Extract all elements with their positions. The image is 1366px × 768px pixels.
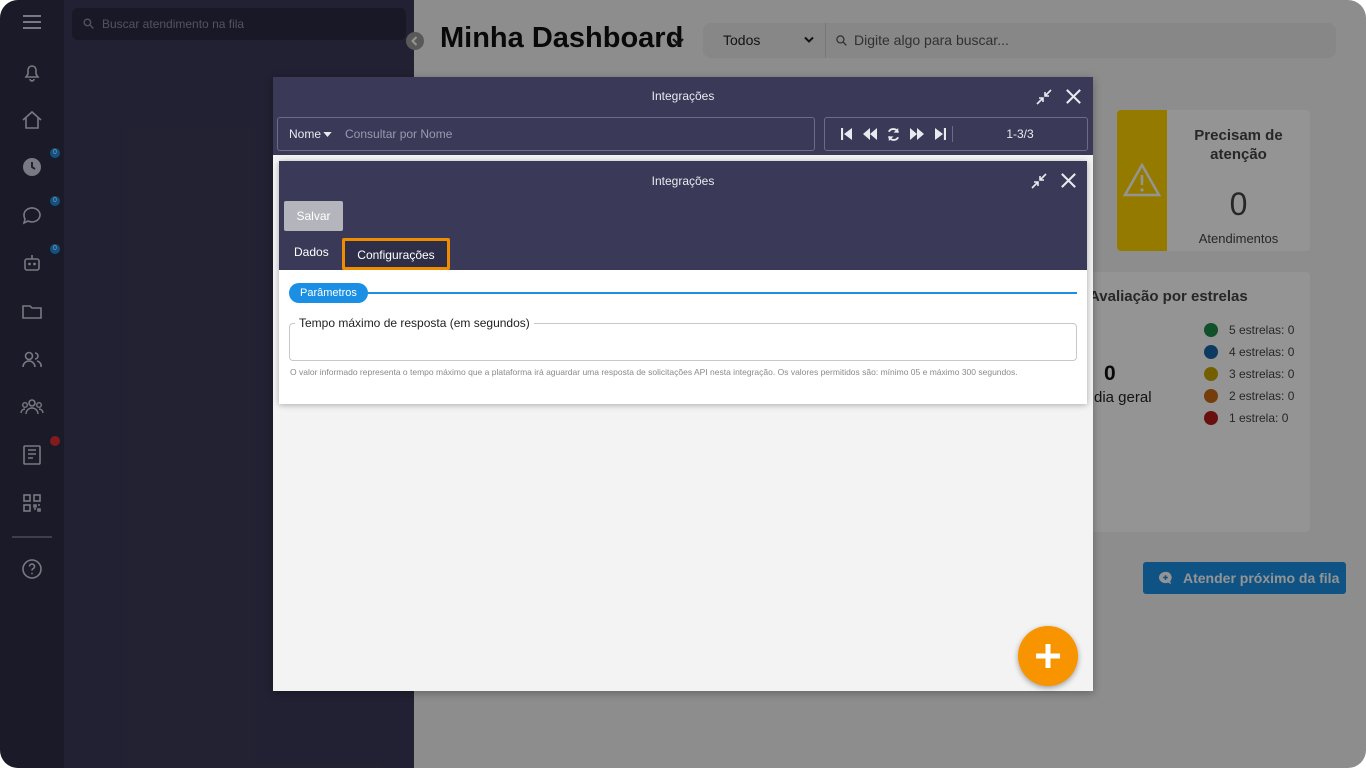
editor-content: Parâmetros Tempo máximo de resposta (em … xyxy=(279,270,1087,404)
caret-down-icon xyxy=(323,132,332,137)
refresh-icon[interactable] xyxy=(886,127,901,142)
editor-header: Integrações Salvar Dados Configurações xyxy=(279,161,1087,270)
minimize-icon[interactable] xyxy=(1034,87,1054,107)
name-search-input[interactable]: Consultar por Nome xyxy=(345,118,452,150)
next-page-icon[interactable] xyxy=(909,127,925,141)
window-header: Integrações Nome Consultar por Nome 1-3/… xyxy=(273,77,1093,155)
close-icon[interactable] xyxy=(1059,171,1078,190)
editor-title: Integrações xyxy=(651,174,715,188)
plus-icon xyxy=(1036,644,1060,668)
pagination-bar: 1-3/3 xyxy=(824,117,1088,151)
previous-page-icon[interactable] xyxy=(862,127,878,141)
response-timeout-label: Tempo máximo de resposta (em segundos) xyxy=(295,316,534,330)
section-label: Parâmetros xyxy=(289,283,368,303)
window-title: Integrações xyxy=(651,89,715,103)
last-page-icon[interactable] xyxy=(934,127,946,141)
save-button[interactable]: Salvar xyxy=(284,201,343,231)
section-divider xyxy=(291,292,1077,294)
close-icon[interactable] xyxy=(1064,87,1083,106)
filter-field-select[interactable]: Nome xyxy=(289,118,321,150)
page-count: 1-3/3 xyxy=(1006,127,1034,141)
tab-configuracoes[interactable]: Configurações xyxy=(342,238,450,270)
name-search-field[interactable]: Nome Consultar por Nome xyxy=(277,117,815,151)
minimize-icon[interactable] xyxy=(1029,171,1049,191)
pager-divider xyxy=(952,126,953,142)
integration-editor-window: Integrações Salvar Dados Configurações P… xyxy=(279,161,1087,404)
app-frame: 0 0 0 Buscar atendimento na fila Minha D… xyxy=(0,0,1366,768)
first-page-icon[interactable] xyxy=(841,127,853,141)
add-integration-button[interactable] xyxy=(1018,626,1078,686)
tab-dados[interactable]: Dados xyxy=(294,239,329,268)
field-hint: O valor informado representa o tempo máx… xyxy=(290,367,1018,377)
